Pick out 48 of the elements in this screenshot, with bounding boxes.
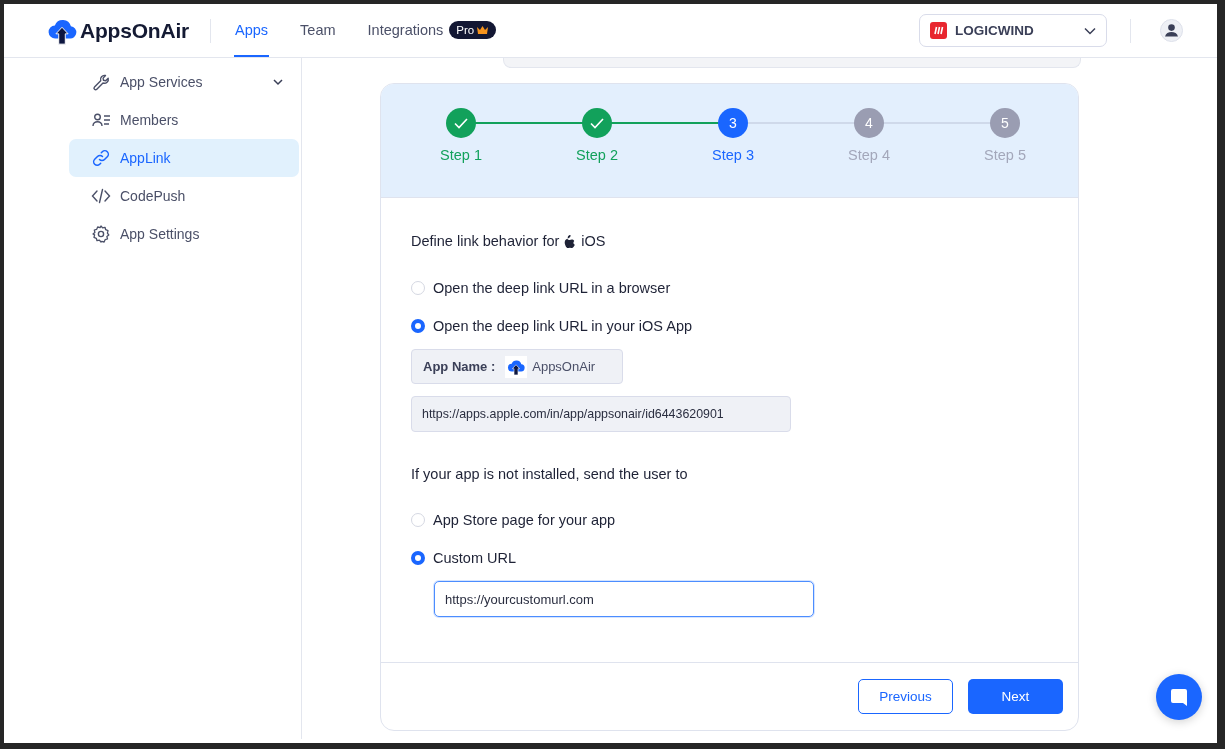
pro-badge: Pro [449, 20, 497, 39]
step-circle: 3 [718, 108, 748, 138]
next-button[interactable]: Next [968, 679, 1063, 714]
check-icon [454, 117, 468, 129]
cloud-upload-icon [507, 357, 526, 376]
crown-icon [476, 24, 490, 35]
store-url-field[interactable]: https://apps.apple.com/in/app/appsonair/id6443620901 [411, 396, 791, 432]
step-circle: 5 [990, 108, 1020, 138]
step-label: Step 2 [576, 146, 618, 164]
custom-url-field[interactable]: https://yourcustomurl.com [434, 581, 814, 617]
code-icon [91, 186, 111, 206]
chevron-down-icon [273, 78, 283, 86]
step-label: Step 1 [440, 146, 482, 164]
option-label: App Store page for your app [433, 512, 616, 528]
section-heading: If your app is not installed, send the user to [411, 466, 688, 482]
option-label: Open the deep link URL in a browser [433, 280, 671, 296]
check-icon [590, 117, 604, 129]
step-label: Step 3 [712, 146, 754, 164]
settings-icon [91, 224, 111, 244]
wrench-icon [91, 72, 111, 92]
nav-tab[interactable]: Apps [234, 4, 270, 57]
nav-tab[interactable]: Integrations Pro [366, 4, 498, 57]
organization-logo-icon [930, 22, 947, 39]
app-name: AppsOnAir [532, 359, 596, 374]
sidebar-item[interactable]: App Settings [69, 215, 299, 253]
option-label: Open the deep link URL in your iOS App [433, 318, 692, 334]
section-heading: Define link behavior for [411, 233, 560, 249]
step-label: Step 5 [984, 146, 1026, 164]
sidebar-item[interactable]: App Services [69, 63, 299, 101]
chevron-down-icon [1084, 26, 1096, 35]
nav-tab[interactable]: Team [299, 4, 337, 57]
field-label: App Name : [423, 359, 496, 374]
sidebar-item[interactable]: CodePush [69, 177, 299, 215]
app-logo-text: AppsOnAir [80, 18, 190, 43]
radio-button[interactable] [411, 319, 425, 333]
chat-bubble-icon [1170, 687, 1188, 707]
radio-button[interactable] [411, 551, 425, 565]
platform-label: iOS [581, 233, 606, 249]
step-circle: 4 [854, 108, 884, 138]
chat-button[interactable] [1156, 674, 1202, 720]
organization-dropdown[interactable]: LOGICWIND [919, 14, 1107, 47]
step-label: Step 4 [848, 146, 890, 164]
sidebar-item[interactable]: AppLink [69, 139, 299, 177]
previous-button[interactable]: Previous [858, 679, 953, 714]
user-avatar-icon[interactable] [1160, 19, 1183, 42]
option-label: Custom URL [433, 550, 516, 566]
link-icon [91, 148, 111, 168]
sidebar-item[interactable]: Members [69, 101, 299, 139]
